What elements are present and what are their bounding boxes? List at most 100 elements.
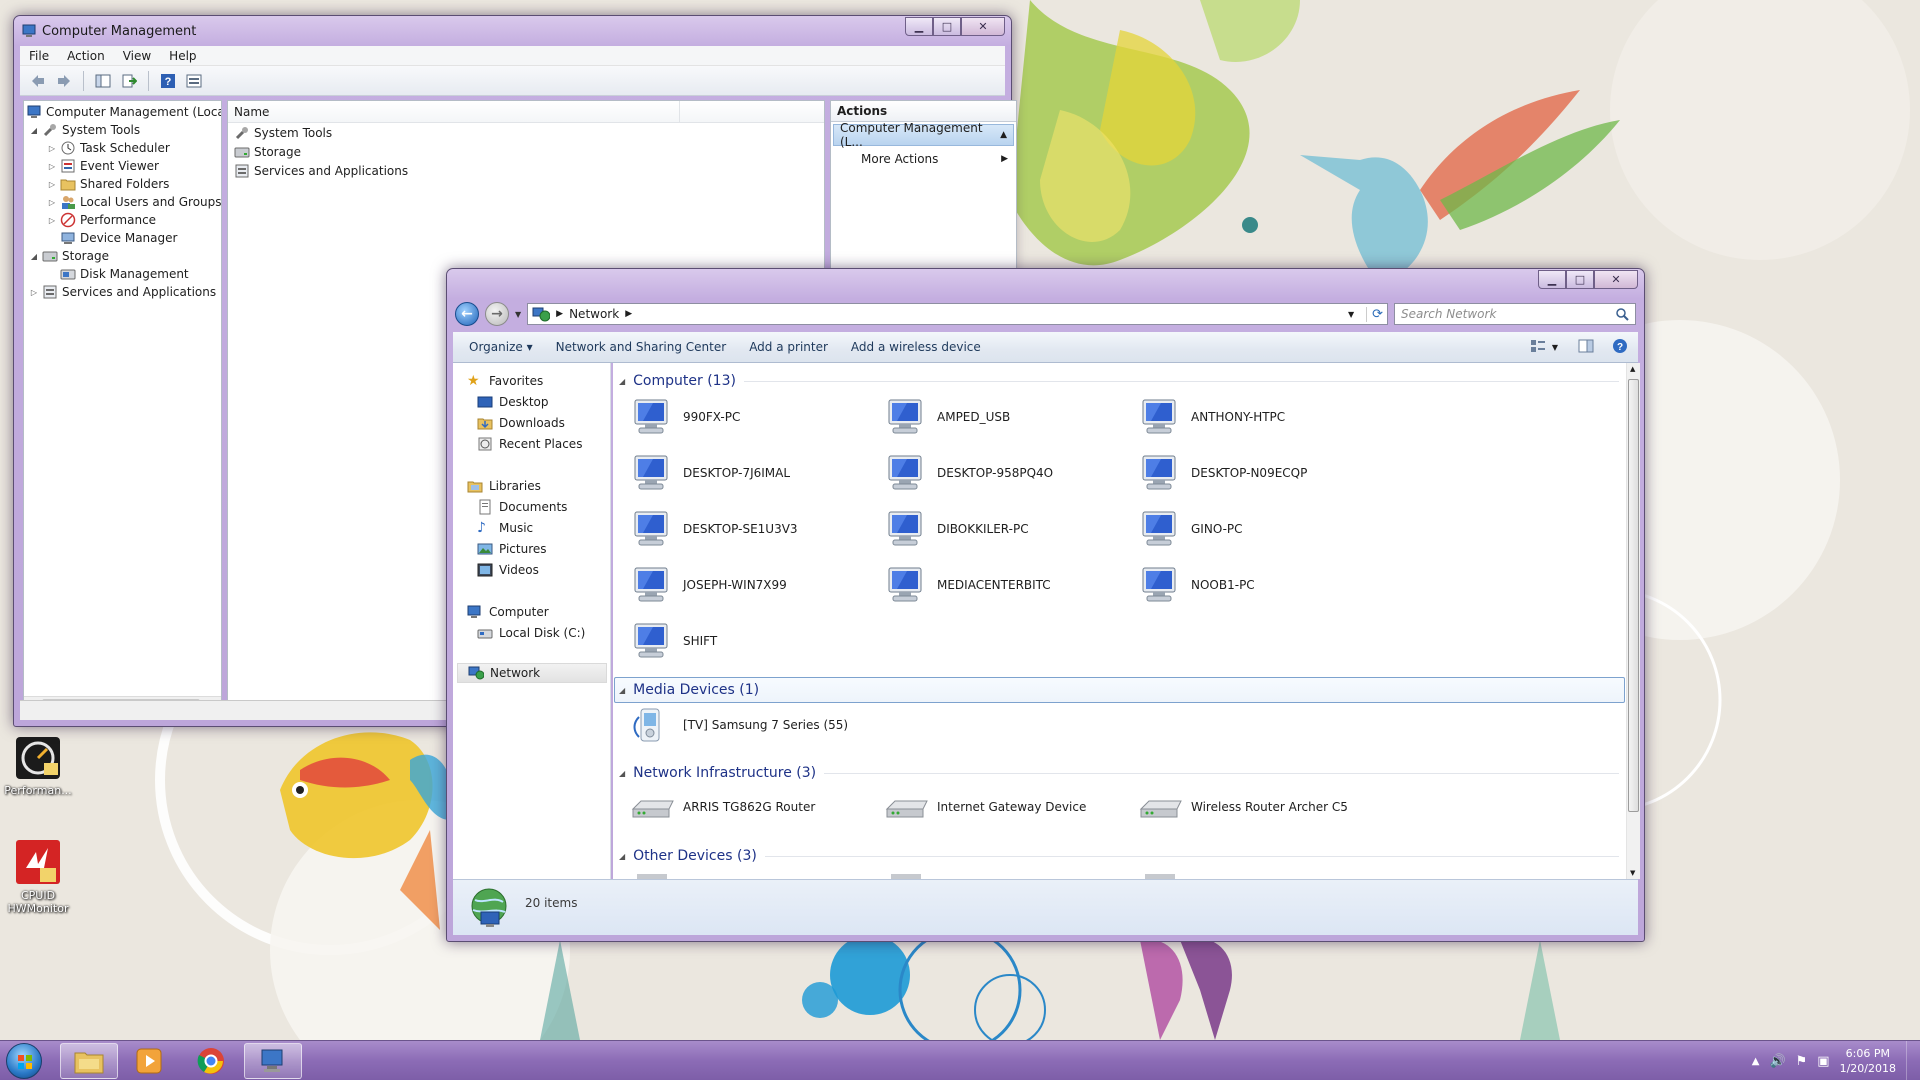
expand-arrow-icon[interactable]: ▷	[30, 288, 38, 297]
nav-network[interactable]: Network	[457, 663, 607, 683]
collapse-arrow-icon[interactable]: ◢	[30, 126, 38, 135]
maximize-button[interactable]: □	[933, 17, 961, 36]
taskbar-chrome[interactable]	[182, 1043, 240, 1079]
computer-item[interactable]: SHIFT	[629, 621, 717, 661]
computer-item[interactable]: ANTHONY-HTPC	[1137, 397, 1285, 437]
menu-action[interactable]: Action	[58, 49, 114, 63]
view-dropdown-icon[interactable]: ▼	[1552, 343, 1578, 352]
volume-icon[interactable]: 🔊	[1769, 1054, 1785, 1069]
menu-file[interactable]: File	[20, 49, 58, 63]
computer-item[interactable]: 990FX-PC	[629, 397, 740, 437]
collapse-group-icon[interactable]: ◢	[619, 769, 625, 778]
breadcrumb-separator-icon[interactable]: ▶	[556, 309, 563, 319]
nav-local-disk[interactable]: Local Disk (C:)	[477, 623, 585, 643]
group-header-media-devices[interactable]: ◢ Media Devices (1)	[619, 680, 1619, 700]
collapse-group-icon[interactable]: ◢	[619, 377, 625, 386]
minimize-button[interactable]: ▁	[1538, 270, 1566, 289]
tree-node-storage[interactable]: ◢ Storage	[30, 247, 109, 265]
computer-item[interactable]: DESKTOP-7J6IMAL	[629, 453, 790, 493]
computer-item[interactable]: DESKTOP-SE1U3V3	[629, 509, 798, 549]
tree-node-local-users-groups[interactable]: ▷ Local Users and Groups	[48, 193, 221, 211]
infrastructure-device-item[interactable]: ARRIS TG862G Router	[629, 787, 815, 827]
group-header-network-infrastructure[interactable]: ◢ Network Infrastructure (3)	[619, 763, 1619, 783]
group-header-other-devices[interactable]: ◢ Other Devices (3)	[619, 846, 1619, 866]
clock[interactable]: 6:06 PM 1/20/2018	[1840, 1046, 1896, 1076]
forward-button[interactable]: →	[485, 302, 509, 326]
computer-item[interactable]: AMPED_USB	[883, 397, 1010, 437]
expand-arrow-icon[interactable]: ▷	[48, 180, 56, 189]
tree-node-system-tools[interactable]: ◢ System Tools	[30, 121, 140, 139]
back-button[interactable]	[28, 71, 48, 91]
nav-desktop[interactable]: Desktop	[477, 392, 549, 412]
preview-pane-icon[interactable]	[1578, 339, 1612, 356]
collapse-arrow-icon[interactable]: ◢	[30, 252, 38, 261]
maximize-button[interactable]: □	[1566, 270, 1594, 289]
show-hide-console-tree-button[interactable]	[93, 71, 113, 91]
help-icon[interactable]: ?	[1612, 338, 1638, 357]
infrastructure-device-item[interactable]: Wireless Router Archer C5	[1137, 787, 1348, 827]
network-sharing-center-button[interactable]: Network and Sharing Center	[548, 340, 742, 354]
menu-help[interactable]: Help	[160, 49, 205, 63]
tree-node-services-applications[interactable]: ▷ Services and Applications	[30, 283, 216, 301]
tree-node-performance[interactable]: ▷ Performance	[48, 211, 156, 229]
start-button[interactable]	[6, 1043, 42, 1079]
forward-button[interactable]	[54, 71, 74, 91]
nav-favorites[interactable]: ★ Favorites	[467, 371, 543, 391]
collapse-group-icon[interactable]: ◢	[619, 686, 625, 695]
column-header-name[interactable]: Name	[228, 101, 680, 122]
tree-node-shared-folders[interactable]: ▷ Shared Folders	[48, 175, 169, 193]
scroll-up-icon[interactable]: ▲	[1630, 365, 1635, 373]
list-item[interactable]: System Tools	[228, 123, 824, 142]
search-input[interactable]: Search Network	[1394, 303, 1636, 325]
recent-pages-dropdown-icon[interactable]: ▼	[515, 310, 521, 319]
scroll-down-icon[interactable]: ▼	[1630, 869, 1635, 877]
add-printer-button[interactable]: Add a printer	[741, 340, 843, 354]
export-list-button[interactable]	[119, 71, 139, 91]
media-device-item[interactable]: [TV] Samsung 7 Series (55)	[629, 705, 848, 745]
taskbar-computer-management[interactable]	[244, 1043, 302, 1079]
computer-item[interactable]: NOOB1-PC	[1137, 565, 1255, 605]
list-item[interactable]: Services and Applications	[228, 161, 824, 180]
computer-item[interactable]: MEDIACENTERBITC	[883, 565, 1051, 605]
computer-item[interactable]: JOSEPH-WIN7X99	[629, 565, 787, 605]
back-button[interactable]: ←	[455, 302, 479, 326]
show-desktop-button[interactable]	[1906, 1041, 1920, 1080]
list-item[interactable]: Storage	[228, 142, 824, 161]
close-button[interactable]: ✕	[961, 17, 1005, 36]
desktop-icon-performance-monitor[interactable]: Performan...	[0, 735, 76, 797]
expand-arrow-icon[interactable]: ▷	[48, 162, 56, 171]
breadcrumb-separator-icon[interactable]: ▶	[625, 309, 632, 319]
help-button[interactable]: ?	[158, 71, 178, 91]
address-bar[interactable]: ▶ Network ▶ ▼ ⟳	[527, 303, 1388, 325]
infrastructure-device-item[interactable]: Internet Gateway Device	[883, 787, 1086, 827]
change-view-icon[interactable]	[1524, 339, 1552, 356]
computer-item[interactable]: DESKTOP-N09ECQP	[1137, 453, 1307, 493]
vertical-scrollbar[interactable]: ▲ ▼	[1626, 363, 1640, 879]
nav-documents[interactable]: Documents	[477, 497, 567, 517]
taskbar-media-player[interactable]	[120, 1043, 178, 1079]
computer-item[interactable]: GINO-PC	[1137, 509, 1243, 549]
taskbar-explorer[interactable]	[60, 1043, 118, 1079]
organize-button[interactable]: Organize ▾	[461, 340, 548, 354]
nav-downloads[interactable]: Downloads	[477, 413, 565, 433]
show-hide-action-pane-button[interactable]	[184, 71, 204, 91]
nav-recent-places[interactable]: Recent Places	[477, 434, 582, 454]
action-center-flag-icon[interactable]: ⚑	[1796, 1054, 1808, 1069]
nav-libraries[interactable]: Libraries	[467, 476, 541, 496]
computer-item[interactable]: DESKTOP-958PQ4O	[883, 453, 1053, 493]
tree-node-event-viewer[interactable]: ▷ Event Viewer	[48, 157, 159, 175]
minimize-button[interactable]: ▁	[905, 17, 933, 36]
actions-group-computer-management[interactable]: Computer Management (L... ▲	[833, 121, 1014, 149]
menu-view[interactable]: View	[114, 49, 160, 63]
nav-computer[interactable]: Computer	[467, 602, 549, 622]
tree-node-task-scheduler[interactable]: ▷ Task Scheduler	[48, 139, 170, 157]
add-wireless-device-button[interactable]: Add a wireless device	[843, 340, 996, 354]
desktop-icon-hwmonitor[interactable]: CPUID HWMonitor	[0, 838, 76, 915]
computer-item[interactable]: DIBOKKILER-PC	[883, 509, 1029, 549]
action-more-actions[interactable]: More Actions ▶	[831, 148, 1016, 170]
tree-node-device-manager[interactable]: Device Manager	[48, 229, 177, 247]
tree-node-root[interactable]: Computer Management (Local	[26, 103, 221, 121]
close-button[interactable]: ✕	[1594, 270, 1638, 289]
breadcrumb-network[interactable]: Network	[569, 307, 619, 321]
address-dropdown-icon[interactable]: ▼	[1348, 310, 1360, 319]
